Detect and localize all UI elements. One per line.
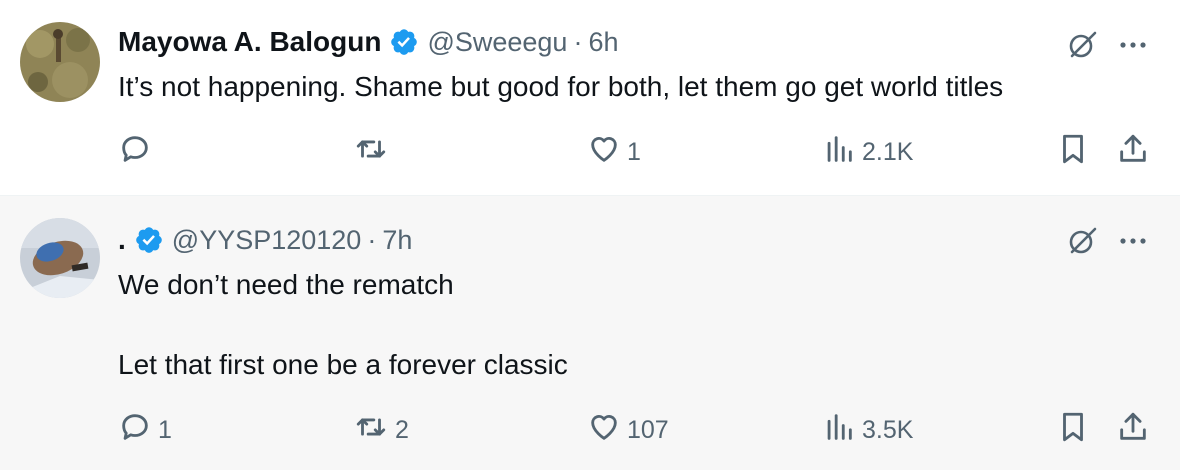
heart-icon (587, 132, 621, 173)
repost-count: 2 (395, 415, 409, 444)
reply-button[interactable]: 1 (118, 412, 172, 448)
like-count: 107 (627, 415, 669, 444)
timestamp[interactable]: 6h (588, 27, 618, 58)
reply-count: 1 (158, 415, 172, 444)
verified-badge-icon (389, 27, 419, 57)
views-icon (822, 410, 856, 451)
reply-icon (118, 410, 152, 451)
separator-dot: · (573, 26, 583, 57)
like-count: 1 (627, 137, 641, 166)
share-icon (1116, 410, 1150, 451)
views-button[interactable]: 3.5K (822, 412, 913, 448)
display-name[interactable]: . (118, 224, 126, 256)
more-icon[interactable] (1116, 224, 1150, 258)
bookmark-icon (1056, 410, 1090, 451)
bookmark-button[interactable] (1056, 412, 1090, 448)
bookmark-icon (1056, 132, 1090, 173)
repost-button[interactable]: 2 (353, 412, 409, 448)
tweet-text-line: We don’t need the rematch (118, 269, 454, 300)
user-handle[interactable]: @YYSP120120 (172, 225, 362, 256)
tweet-header: Mayowa A. Balogun @Sweeegu · 6h (118, 26, 618, 58)
tweet[interactable]: Mayowa A. Balogun @Sweeegu · 6h It’s not… (0, 0, 1180, 196)
tweet-text-line: Let that first one be a forever classic (118, 349, 568, 380)
avatar[interactable] (20, 22, 100, 102)
tweet-text: It’s not happening. Shame but good for b… (118, 71, 1004, 102)
view-count: 2.1K (862, 137, 914, 166)
heart-icon (587, 410, 621, 451)
reply-icon (118, 132, 152, 173)
grok-icon[interactable] (1066, 28, 1100, 62)
user-handle[interactable]: @Sweeegu (427, 27, 567, 58)
timestamp[interactable]: 7h (382, 225, 412, 256)
share-button[interactable] (1116, 412, 1150, 448)
share-button[interactable] (1116, 134, 1150, 170)
views-icon (822, 132, 856, 173)
avatar[interactable] (20, 218, 100, 298)
separator-dot: · (367, 224, 377, 255)
view-count: 3.5K (862, 415, 914, 444)
tweet-header: . @YYSP120120 · 7h (118, 224, 412, 256)
like-button[interactable]: 107 (587, 412, 669, 448)
bookmark-button[interactable] (1056, 134, 1090, 170)
repost-icon (353, 410, 389, 451)
views-button[interactable]: 2.1K (822, 134, 913, 170)
more-icon[interactable] (1116, 28, 1150, 62)
repost-icon (353, 132, 389, 173)
tweet[interactable]: . @YYSP120120 · 7h We don’t need the rem… (0, 196, 1180, 470)
repost-button[interactable] (353, 134, 395, 170)
reply-button[interactable] (118, 134, 158, 170)
verified-badge-icon (134, 225, 164, 255)
grok-icon[interactable] (1066, 224, 1100, 258)
display-name[interactable]: Mayowa A. Balogun (118, 26, 381, 58)
like-button[interactable]: 1 (587, 134, 641, 170)
share-icon (1116, 132, 1150, 173)
